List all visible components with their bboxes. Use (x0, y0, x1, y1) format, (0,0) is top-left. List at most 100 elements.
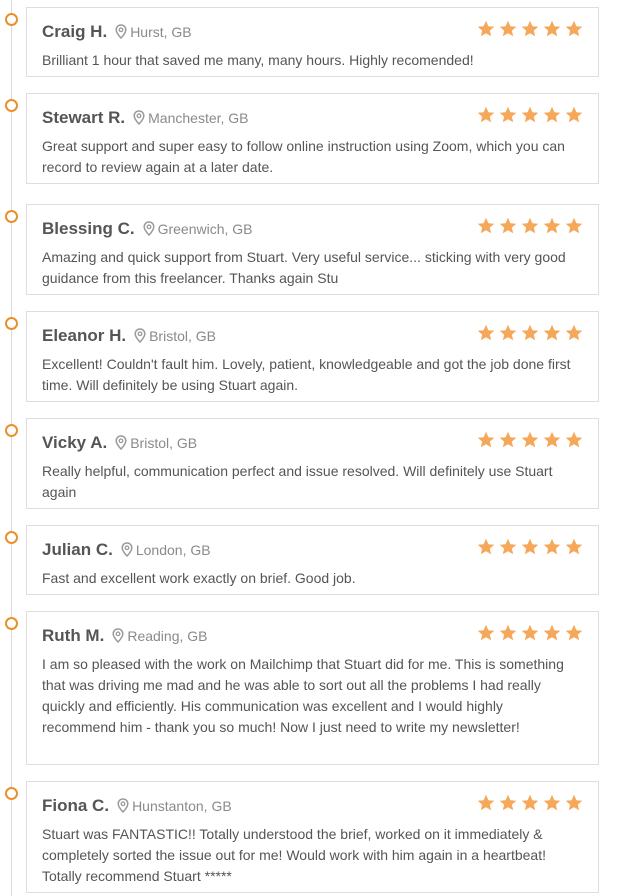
review-text: Stuart was FANTASTIC!! Totally understoo… (42, 826, 546, 884)
reviewer-name: Fiona C. (42, 796, 110, 815)
reviewer-location: Reading, GB (127, 628, 208, 644)
review-text: Great support and super easy to follow o… (42, 138, 565, 175)
star-icon (521, 106, 539, 123)
timeline-dot-icon (5, 531, 18, 544)
review-card: Julian C. London, GB Fast and excellent wo… (26, 525, 599, 595)
reviewer-name: Ruth M. (42, 626, 105, 645)
review-header: Blessing C. Greenwich, GB (42, 219, 253, 239)
map-pin-icon (112, 627, 124, 643)
review-text: Amazing and quick support from Stuart. V… (42, 249, 566, 286)
star-icon (565, 106, 583, 123)
star-rating (473, 20, 583, 42)
review-header: Julian C. London, GB (42, 540, 211, 560)
review-card: Fiona C. Hunstanton, GB Stuart was FANTAST… (26, 781, 599, 893)
star-icon (543, 794, 561, 811)
timeline-dot-icon (5, 210, 18, 223)
reviewer-location: Hunstanton, GB (132, 798, 232, 814)
review-text: Really helpful, communication perfect an… (42, 463, 553, 500)
review-header: Vicky A. Bristol, GB (42, 433, 197, 453)
star-icon (499, 624, 517, 641)
timeline-dot-icon (5, 424, 18, 437)
reviewer-name: Vicky A. (42, 433, 108, 452)
review-card: Stewart R. Manchester, GB Great support an… (26, 93, 599, 184)
star-icon (543, 20, 561, 37)
review-text: Excellent! Couldn't fault him. Lovely, p… (42, 356, 571, 393)
review-card: Craig H. Hurst, GB Brilliant 1 hour that s… (26, 7, 599, 77)
star-icon (521, 217, 539, 234)
star-rating (473, 794, 583, 816)
reviewer-name: Blessing C. (42, 219, 135, 238)
map-pin-icon (115, 434, 127, 450)
reviewer-name: Stewart R. (42, 108, 126, 127)
star-icon (543, 538, 561, 555)
map-pin-icon (117, 797, 129, 813)
star-icon (521, 794, 539, 811)
star-icon (565, 217, 583, 234)
review-card: Blessing C. Greenwich, GB Amazing and quic… (26, 204, 599, 295)
star-rating (473, 324, 583, 346)
star-icon (521, 20, 539, 37)
star-icon (565, 20, 583, 37)
star-rating (473, 217, 583, 239)
timeline-dot-icon (5, 787, 18, 800)
star-icon (477, 624, 495, 641)
star-icon (477, 217, 495, 234)
reviewer-name: Eleanor H. (42, 326, 127, 345)
star-icon (565, 794, 583, 811)
star-icon (477, 324, 495, 341)
star-icon (477, 794, 495, 811)
reviewer-location: Hurst, GB (130, 24, 192, 40)
reviewer-name: Julian C. (42, 540, 113, 559)
reviewer-location: Bristol, GB (130, 435, 198, 451)
timeline-dot-icon (5, 99, 18, 112)
review-card: Vicky A. Bristol, GB Really helpful, commu… (26, 418, 599, 509)
star-rating (473, 106, 583, 128)
star-icon (565, 324, 583, 341)
star-rating (473, 624, 583, 646)
star-icon (499, 431, 517, 448)
star-icon (499, 20, 517, 37)
star-rating (473, 538, 583, 560)
review-header: Eleanor H. Bristol, GB (42, 326, 216, 346)
timeline-line (11, 0, 12, 896)
star-icon (499, 794, 517, 811)
star-icon (499, 217, 517, 234)
star-icon (543, 217, 561, 234)
star-icon (565, 624, 583, 641)
review-text: Brilliant 1 hour that saved me many, man… (42, 52, 474, 68)
star-icon (565, 538, 583, 555)
review-text: I am so pleased with the work on Mailchi… (42, 656, 564, 735)
star-icon (543, 624, 561, 641)
reviewer-name: Craig H. (42, 22, 108, 41)
star-icon (543, 324, 561, 341)
map-pin-icon (133, 109, 145, 125)
star-icon (565, 431, 583, 448)
map-pin-icon (134, 327, 146, 343)
review-card: Ruth M. Reading, GB I am so pleased with t… (26, 611, 599, 765)
star-icon (477, 106, 495, 123)
map-pin-icon (115, 23, 127, 39)
star-icon (477, 538, 495, 555)
star-icon (543, 431, 561, 448)
star-icon (543, 106, 561, 123)
timeline-dot-icon (5, 617, 18, 630)
reviewer-location: Greenwich, GB (157, 221, 253, 237)
star-icon (521, 538, 539, 555)
review-text: Fast and excellent work exactly on brief… (42, 570, 356, 586)
star-icon (499, 324, 517, 341)
review-header: Fiona C. Hunstanton, GB (42, 796, 232, 816)
timeline-dot-icon (5, 13, 18, 26)
star-icon (499, 106, 517, 123)
review-header: Craig H. Hurst, GB (42, 22, 192, 42)
star-icon (499, 538, 517, 555)
star-icon (521, 624, 539, 641)
map-pin-icon (143, 220, 155, 236)
reviewer-location: London, GB (135, 542, 211, 558)
star-rating (473, 431, 583, 453)
reviewer-location: Manchester, GB (148, 110, 249, 126)
review-header: Ruth M. Reading, GB (42, 626, 208, 646)
star-icon (521, 324, 539, 341)
timeline-dot-icon (5, 317, 18, 330)
map-pin-icon (121, 541, 133, 557)
star-icon (521, 431, 539, 448)
